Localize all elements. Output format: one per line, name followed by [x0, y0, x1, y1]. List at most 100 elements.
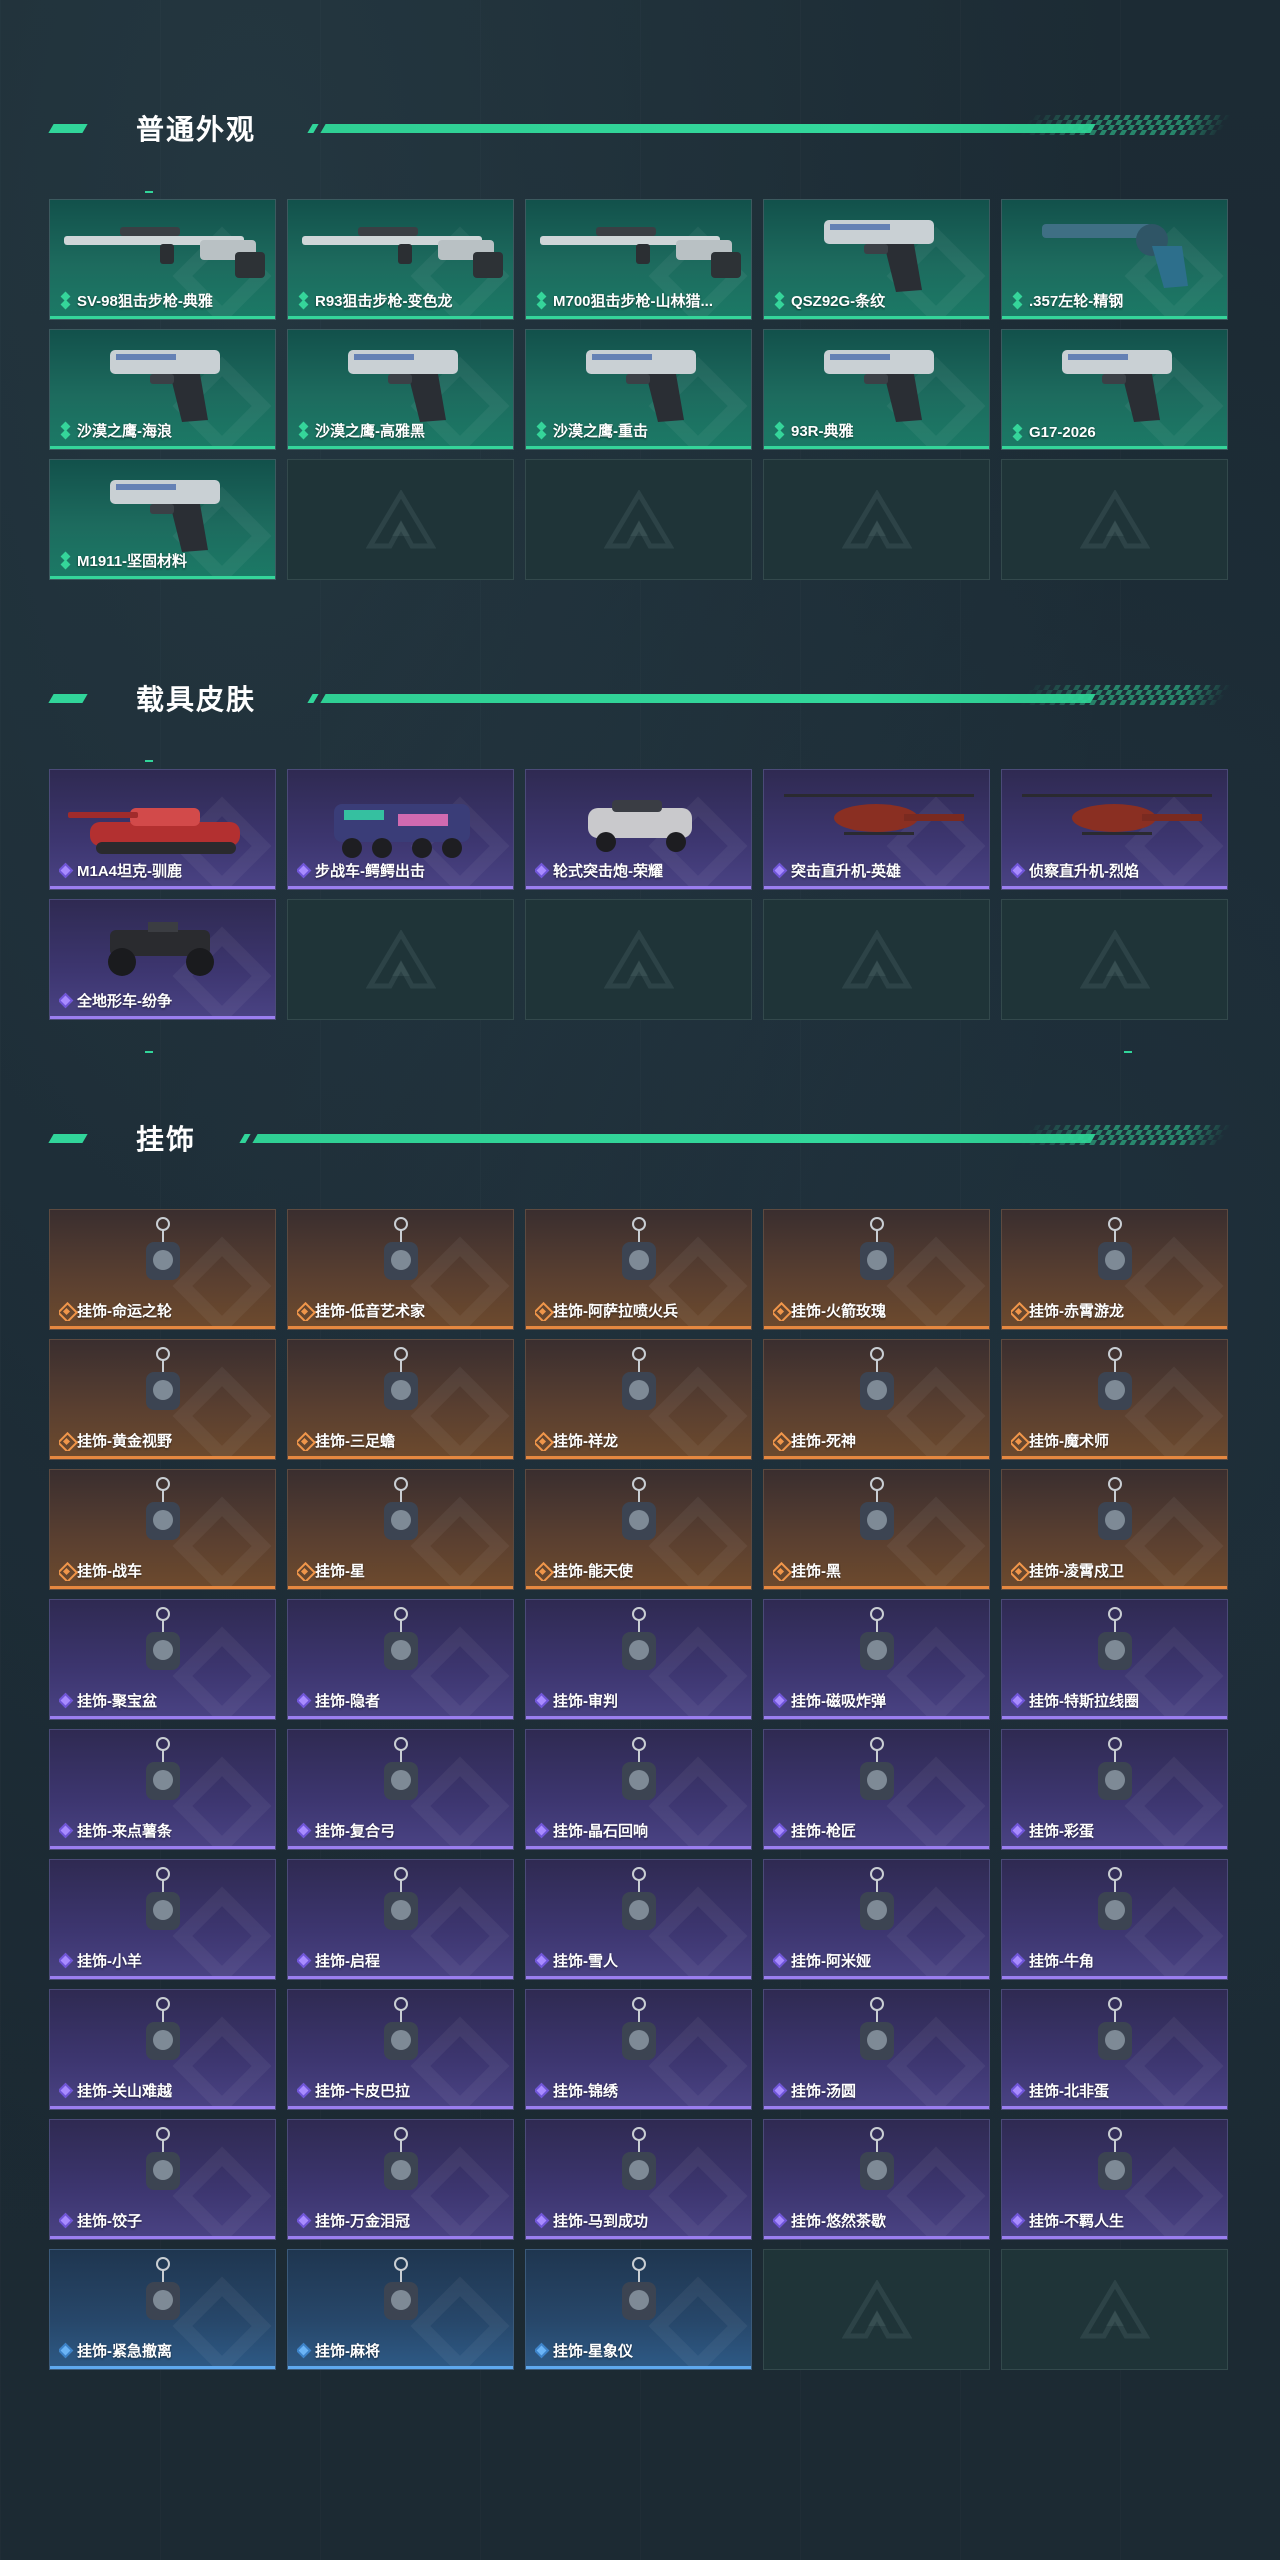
rarity-bar — [526, 446, 751, 449]
item-card[interactable]: 挂饰-黑 — [763, 1469, 990, 1590]
item-name: 挂饰-悠然茶歇 — [791, 2213, 886, 2230]
item-card[interactable]: 挂饰-不羁人生 — [1001, 2119, 1228, 2240]
item-card[interactable]: 挂饰-牛角 — [1001, 1859, 1228, 1980]
item-card[interactable]: 挂饰-麻将 — [287, 2249, 514, 2370]
item-card[interactable]: 挂饰-赤霄游龙 — [1001, 1209, 1228, 1330]
rarity-green-icon — [1011, 294, 1025, 308]
empty-slot — [763, 2249, 990, 2370]
item-card[interactable]: 挂饰-万金泪冠 — [287, 2119, 514, 2240]
item-card[interactable]: .357左轮-精钢 — [1001, 199, 1228, 320]
item-card[interactable]: 挂饰-凌霄戍卫 — [1001, 1469, 1228, 1590]
item-card[interactable]: 挂饰-马到成功 — [525, 2119, 752, 2240]
rarity-bar — [50, 1846, 275, 1849]
rarity-bar — [288, 886, 513, 889]
item-card[interactable]: 挂饰-能天使 — [525, 1469, 752, 1590]
item-card[interactable]: 挂饰-死神 — [763, 1339, 990, 1460]
placeholder-logo-icon — [1079, 929, 1150, 988]
item-card[interactable]: 沙漠之鹰-高雅黑 — [287, 329, 514, 450]
item-card[interactable]: 挂饰-火箭玫瑰 — [763, 1209, 990, 1330]
item-label: M700狙击步枪-山林猎... — [535, 290, 713, 311]
placeholder-logo-icon — [841, 489, 912, 548]
section-header: 普通外观 — [48, 108, 1233, 148]
item-card[interactable]: 挂饰-聚宝盆 — [49, 1599, 276, 1720]
item-label: 挂饰-启程 — [297, 1950, 380, 1971]
item-card[interactable]: 挂饰-汤圆 — [763, 1989, 990, 2110]
item-card[interactable]: 挂饰-晶石回响 — [525, 1729, 752, 1850]
rarity-purple-icon — [59, 2084, 73, 2098]
item-label: 挂饰-阿米娅 — [773, 1950, 871, 1971]
item-name: 挂饰-低音艺术家 — [315, 1303, 425, 1320]
item-card[interactable]: 步战车-鳄鳄出击 — [287, 769, 514, 890]
item-card[interactable]: G17-2026 — [1001, 329, 1228, 450]
item-card[interactable]: 挂饰-饺子 — [49, 2119, 276, 2240]
item-name: SV-98狙击步枪-典雅 — [77, 293, 213, 310]
item-label: 沙漠之鹰-海浪 — [59, 420, 172, 441]
item-card[interactable]: 挂饰-小羊 — [49, 1859, 276, 1980]
rarity-bar — [288, 316, 513, 319]
item-card[interactable]: 93R-典雅 — [763, 329, 990, 450]
item-card[interactable]: 挂饰-锦绣 — [525, 1989, 752, 2110]
item-label: 挂饰-饺子 — [59, 2210, 142, 2231]
item-card[interactable]: 挂饰-低音艺术家 — [287, 1209, 514, 1330]
item-card[interactable]: 挂饰-魔术师 — [1001, 1339, 1228, 1460]
item-card[interactable]: 挂饰-枪匠 — [763, 1729, 990, 1850]
item-name: 挂饰-隐者 — [315, 1693, 380, 1710]
item-label: 挂饰-卡皮巴拉 — [297, 2080, 410, 2101]
item-card[interactable]: 挂饰-悠然茶歇 — [763, 2119, 990, 2240]
item-card[interactable]: 挂饰-星象仪 — [525, 2249, 752, 2370]
item-card[interactable]: 挂饰-特斯拉线圈 — [1001, 1599, 1228, 1720]
item-card[interactable]: 挂饰-彩蛋 — [1001, 1729, 1228, 1850]
item-card[interactable]: 挂饰-复合弓 — [287, 1729, 514, 1850]
item-card[interactable]: 挂饰-阿米娅 — [763, 1859, 990, 1980]
item-card[interactable]: 沙漠之鹰-海浪 — [49, 329, 276, 450]
item-card[interactable]: 挂饰-卡皮巴拉 — [287, 1989, 514, 2110]
rarity-orange-icon — [297, 1304, 311, 1318]
item-card[interactable]: M1A4坦克-驯鹿 — [49, 769, 276, 890]
rarity-orange-icon — [59, 1434, 73, 1448]
empty-slot — [1001, 899, 1228, 1020]
rarity-purple-icon — [773, 1694, 787, 1708]
item-card[interactable]: 挂饰-审判 — [525, 1599, 752, 1720]
item-card[interactable]: 挂饰-雪人 — [525, 1859, 752, 1980]
item-card[interactable]: 挂饰-命运之轮 — [49, 1209, 276, 1330]
rarity-orange-icon — [773, 1434, 787, 1448]
rarity-purple-icon — [59, 2214, 73, 2228]
rarity-purple-icon — [1011, 1694, 1025, 1708]
item-card[interactable]: 挂饰-关山难越 — [49, 1989, 276, 2110]
item-card[interactable]: 挂饰-紧急撤离 — [49, 2249, 276, 2370]
item-card[interactable]: 挂饰-三足蟾 — [287, 1339, 514, 1460]
item-card[interactable]: 侦察直升机-烈焰 — [1001, 769, 1228, 890]
item-card[interactable]: 挂饰-战车 — [49, 1469, 276, 1590]
item-card[interactable]: 挂饰-祥龙 — [525, 1339, 752, 1460]
item-label: 步战车-鳄鳄出击 — [297, 860, 425, 881]
item-label: 挂饰-凌霄戍卫 — [1011, 1560, 1124, 1581]
item-card[interactable]: 挂饰-隐者 — [287, 1599, 514, 1720]
item-card[interactable]: 沙漠之鹰-重击 — [525, 329, 752, 450]
item-label: 挂饰-隐者 — [297, 1690, 380, 1711]
item-card[interactable]: M1911-坚固材料 — [49, 459, 276, 580]
item-card[interactable]: 挂饰-黄金视野 — [49, 1339, 276, 1460]
item-card[interactable]: 挂饰-阿萨拉喷火兵 — [525, 1209, 752, 1330]
rarity-bar — [50, 1976, 275, 1979]
item-card[interactable]: 挂饰-星 — [287, 1469, 514, 1590]
item-card[interactable]: QSZ92G-条纹 — [763, 199, 990, 320]
item-grid: M1A4坦克-驯鹿 步战车-鳄鳄出击 轮式突击炮-荣耀 突击直升机-英雄 侦察直升机-烈… — [49, 769, 1231, 1020]
header-checker — [1019, 115, 1231, 135]
rarity-bar — [764, 446, 989, 449]
item-card[interactable]: SV-98狙击步枪-典雅 — [49, 199, 276, 320]
item-name: 侦察直升机-烈焰 — [1029, 863, 1139, 880]
item-card[interactable]: 挂饰-磁吸炸弹 — [763, 1599, 990, 1720]
item-name: 挂饰-启程 — [315, 1953, 380, 1970]
item-card[interactable]: 全地形车-纷争 — [49, 899, 276, 1020]
item-name: 挂饰-麻将 — [315, 2343, 380, 2360]
item-card[interactable]: 挂饰-来点薯条 — [49, 1729, 276, 1850]
item-card[interactable]: 挂饰-北非蛋 — [1001, 1989, 1228, 2110]
item-label: 挂饰-祥龙 — [535, 1430, 618, 1451]
rarity-bar — [1002, 1456, 1227, 1459]
item-name: 挂饰-死神 — [791, 1433, 856, 1450]
item-card[interactable]: 突击直升机-英雄 — [763, 769, 990, 890]
item-card[interactable]: M700狙击步枪-山林猎... — [525, 199, 752, 320]
item-card[interactable]: 轮式突击炮-荣耀 — [525, 769, 752, 890]
item-card[interactable]: 挂饰-启程 — [287, 1859, 514, 1980]
item-card[interactable]: R93狙击步枪-变色龙 — [287, 199, 514, 320]
